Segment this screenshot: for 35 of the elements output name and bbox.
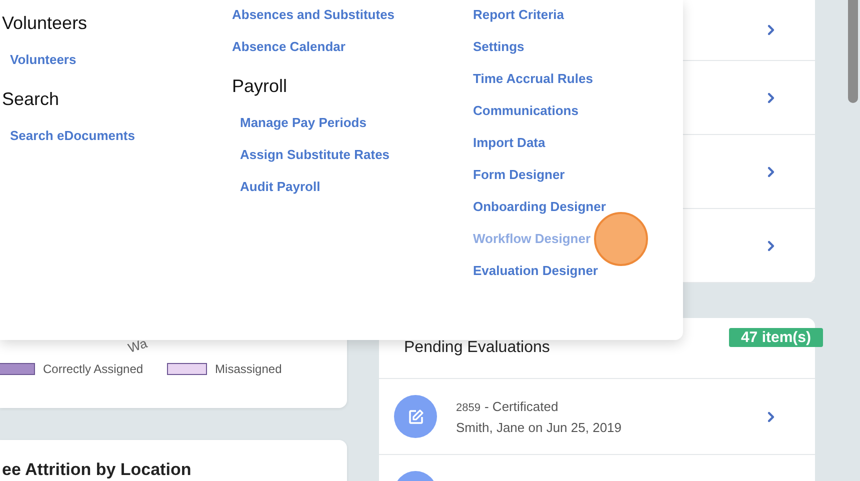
menu-link[interactable]: Form Designer [473, 159, 565, 191]
axis-label: Wa [126, 335, 149, 356]
chevron-right-icon[interactable] [767, 410, 775, 422]
menu-link[interactable]: Import Data [473, 127, 546, 159]
menu-link[interactable]: Audit Payroll [240, 171, 320, 203]
legend-label: Correctly Assigned [43, 362, 144, 376]
menu-link[interactable]: Assign Substitute Rates [240, 139, 390, 171]
chevron-right-icon[interactable] [767, 24, 775, 36]
menu-heading: Search [2, 88, 60, 111]
menu-link[interactable]: Settings [473, 31, 524, 63]
evaluation-number: 2859 [456, 402, 480, 414]
menu-link[interactable]: Absence Calendar [232, 31, 346, 63]
menu-link[interactable]: Report Criteria [473, 0, 564, 31]
card-title: Pending Evaluations [404, 339, 550, 357]
menu-link[interactable]: Communications [473, 95, 578, 127]
menu-link[interactable]: Absences and Substitutes [232, 0, 395, 31]
menu-link[interactable]: Onboarding Designer [473, 191, 606, 223]
legend-label: Misassigned [215, 362, 282, 376]
edit-icon [394, 395, 437, 438]
menu-link[interactable]: Volunteers [10, 44, 76, 76]
menu-link[interactable]: Manage Pay Periods [240, 107, 366, 139]
card-title: ee Attrition by Location [2, 460, 192, 480]
menu-link[interactable]: Workflow Designer [473, 223, 591, 255]
menu-link[interactable]: Search eDocuments [10, 120, 135, 152]
chevron-right-icon[interactable] [767, 92, 775, 104]
menu-link[interactable]: Evaluation Designer [473, 255, 598, 287]
evaluation-detail: Smith, Jane on Jun 25, 2019 [456, 420, 623, 434]
evaluation-category: - Certificated [484, 398, 558, 414]
chevron-right-icon[interactable] [767, 166, 775, 178]
scrollbar-thumb[interactable] [848, 0, 858, 103]
menu-heading: Volunteers [2, 12, 88, 35]
count-badge: 47 item(s) [728, 328, 823, 347]
menu-heading: Payroll [232, 75, 288, 98]
menu-link[interactable]: Time Accrual Rules [473, 63, 593, 95]
chevron-right-icon[interactable] [767, 240, 775, 252]
